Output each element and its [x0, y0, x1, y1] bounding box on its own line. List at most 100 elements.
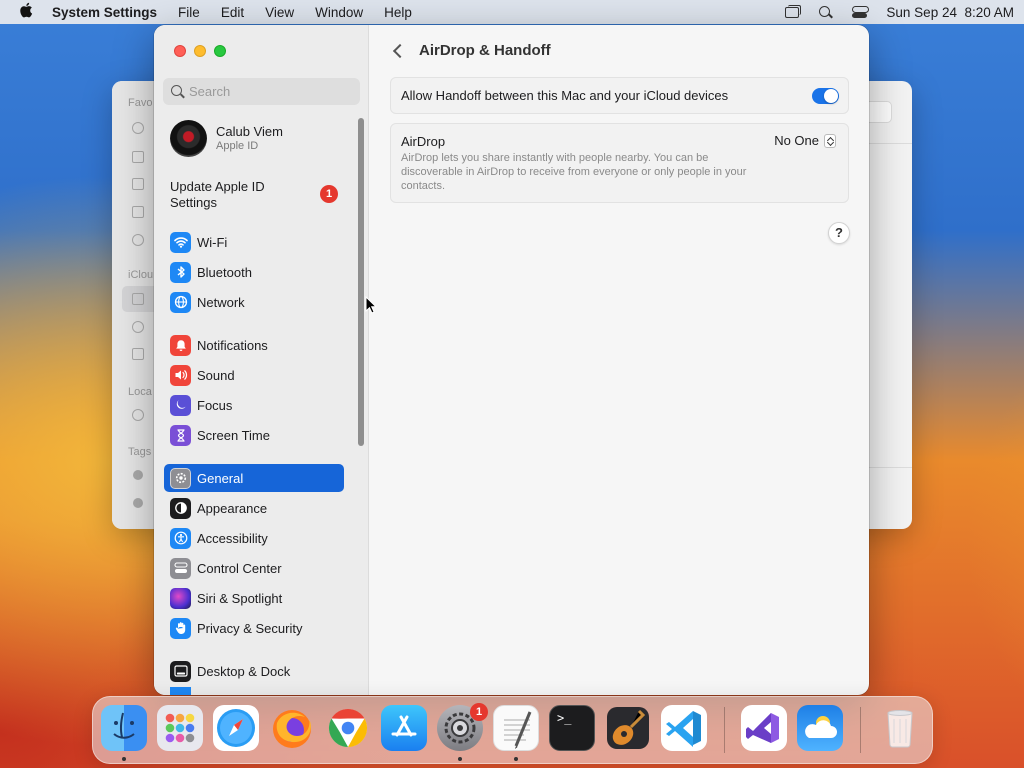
handoff-label: Allow Handoff between this Mac and your … — [401, 88, 729, 103]
sidebar-item-appearance[interactable]: Appearance — [164, 494, 344, 522]
sidebar-item-bluetooth[interactable]: Bluetooth — [164, 258, 344, 286]
update-apple-id-settings[interactable]: Update Apple ID Settings 1 — [170, 179, 340, 211]
control-center-icon[interactable] — [852, 5, 870, 19]
airdrop-discoverability-popup[interactable]: No One — [774, 133, 836, 148]
running-indicator — [514, 757, 518, 761]
sidebar-item-label: Wi-Fi — [197, 234, 228, 250]
profile-name: Calub Viem — [216, 124, 283, 139]
sidebar-item-focus[interactable]: Focus — [164, 391, 344, 419]
dock: 1 >_ — [92, 696, 933, 764]
speaker-icon — [170, 364, 191, 386]
zoom-window-button[interactable] — [214, 45, 226, 57]
sidebar-item-control-center[interactable]: Control Center — [164, 554, 344, 582]
airdrop-description: AirDrop lets you share instantly with pe… — [401, 152, 747, 192]
spotlight-search-icon[interactable] — [818, 5, 834, 19]
sidebar-item-label: Screen Time — [197, 427, 270, 443]
sidebar-scrollbar[interactable] — [358, 118, 364, 446]
sidebar-item-partial[interactable] — [164, 687, 344, 695]
handoff-toggle[interactable] — [812, 88, 839, 104]
update-label-line2: Settings — [170, 195, 217, 210]
sidebar-item-label: Desktop & Dock — [197, 663, 291, 679]
sidebar-item-sound[interactable]: Sound — [164, 361, 344, 389]
sidebar-item-siri-spotlight[interactable]: Siri & Spotlight — [164, 584, 344, 612]
sidebar-item-network[interactable]: Network — [164, 288, 344, 316]
garageband-icon[interactable] — [605, 705, 651, 751]
recents-icon — [132, 122, 144, 134]
app-menu[interactable]: System Settings — [52, 5, 157, 20]
apple-menu-icon[interactable] — [16, 2, 36, 22]
hourglass-icon — [170, 424, 191, 446]
file-menu[interactable]: File — [178, 5, 200, 20]
moon-icon — [170, 394, 191, 416]
sidebar-item-label: Accessibility — [197, 530, 268, 546]
airdrop-label: AirDrop — [401, 134, 446, 149]
tag-dot-icon — [133, 470, 143, 480]
running-indicator — [122, 757, 126, 761]
applications-icon — [132, 151, 144, 163]
stage-manager-icon[interactable] — [784, 5, 802, 19]
sidebar-item-label: Notifications — [197, 337, 268, 353]
search-icon — [171, 85, 185, 99]
visual-studio-icon[interactable] — [741, 705, 787, 751]
finder-section-icloud: iClou — [128, 269, 154, 281]
sidebar-item-screen-time[interactable]: Screen Time — [164, 421, 344, 449]
sidebar-item-desktop-dock[interactable]: Desktop & Dock — [164, 657, 344, 685]
vscode-icon[interactable] — [661, 705, 707, 751]
sidebar-item-label: General — [197, 470, 244, 486]
minimize-window-button[interactable] — [194, 45, 206, 57]
finder-divider — [868, 143, 912, 144]
sidebar-item-privacy-security[interactable]: Privacy & Security — [164, 614, 344, 642]
back-button[interactable] — [389, 41, 409, 61]
mouse-pointer-icon — [365, 296, 377, 314]
finder-section-locations: Loca — [128, 386, 152, 398]
display-icon — [170, 687, 191, 695]
textedit-icon[interactable] — [493, 705, 539, 751]
siri-icon — [170, 587, 191, 609]
sidebar-item-wifi[interactable]: Wi-Fi — [164, 228, 344, 256]
view-menu[interactable]: View — [265, 5, 294, 20]
weather-icon[interactable] — [797, 705, 843, 751]
finder-section-favorites: Favo — [128, 97, 153, 109]
settings-sidebar: Calub Viem Apple ID Update Apple ID Sett… — [154, 25, 369, 695]
running-indicator — [458, 757, 462, 761]
sidebar-item-label: Control Center — [197, 560, 282, 576]
terminal-prompt: >_ — [557, 711, 572, 725]
app-store-icon[interactable] — [381, 705, 427, 751]
close-window-button[interactable] — [174, 45, 186, 57]
folder-icon — [132, 293, 144, 305]
finder-icon[interactable] — [101, 705, 147, 751]
sidebar-item-label: Bluetooth — [197, 264, 252, 280]
chrome-icon[interactable] — [325, 705, 371, 751]
bluetooth-icon — [170, 261, 191, 283]
terminal-icon[interactable]: >_ — [549, 705, 595, 751]
sidebar-item-accessibility[interactable]: Accessibility — [164, 524, 344, 552]
help-button[interactable]: ? — [828, 222, 850, 244]
chevron-up-down-icon — [824, 133, 836, 148]
trash-icon[interactable] — [877, 705, 923, 751]
safari-icon[interactable] — [213, 705, 259, 751]
launchpad-icon[interactable] — [157, 705, 203, 751]
search-input[interactable] — [189, 84, 349, 99]
accessibility-icon — [170, 527, 191, 549]
appearance-icon — [170, 497, 191, 519]
menu-bar: System Settings File Edit View Window He… — [0, 0, 1024, 24]
desktop-icon — [132, 178, 144, 190]
hand-icon — [170, 617, 191, 639]
sidebar-item-label: Focus — [197, 397, 233, 413]
icloud-icon — [132, 321, 144, 333]
dock-separator — [860, 707, 861, 753]
sidebar-search[interactable] — [163, 78, 360, 105]
wifi-icon — [170, 231, 191, 253]
documents-icon — [132, 206, 144, 218]
window-menu[interactable]: Window — [315, 5, 363, 20]
avatar — [170, 119, 207, 157]
apple-id-profile[interactable]: Calub Viem Apple ID — [170, 119, 350, 157]
edit-menu[interactable]: Edit — [221, 5, 244, 20]
help-menu[interactable]: Help — [384, 5, 412, 20]
sidebar-item-general[interactable]: General — [164, 464, 344, 492]
sidebar-item-label: Siri & Spotlight — [197, 590, 283, 606]
globe-icon — [170, 291, 191, 313]
firefox-icon[interactable] — [269, 705, 315, 751]
sidebar-item-notifications[interactable]: Notifications — [164, 331, 344, 359]
menubar-clock[interactable]: Sun Sep 24 8:20 AM — [886, 5, 1014, 20]
